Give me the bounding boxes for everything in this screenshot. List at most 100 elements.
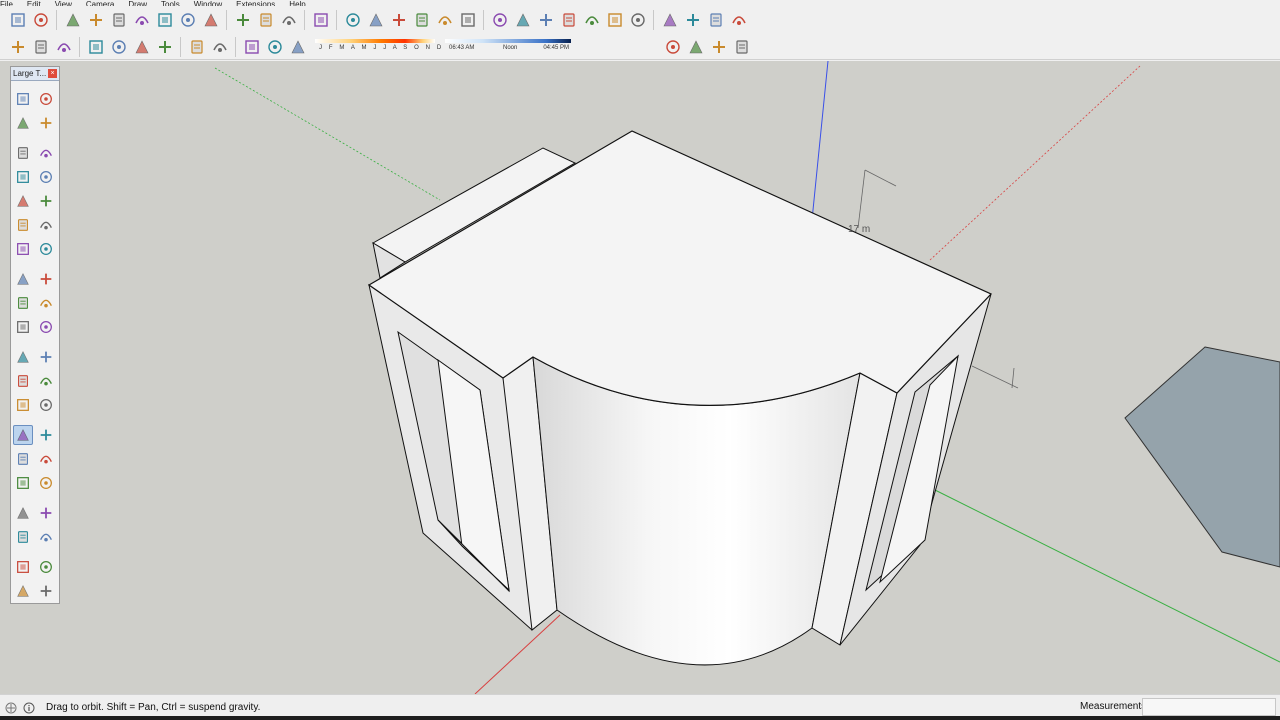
large-tool-set-palette: Large T... ×: [10, 66, 60, 604]
section-plane-icon[interactable]: [310, 9, 332, 31]
toolbar-separator: [226, 10, 227, 30]
position-camera-icon[interactable]: [728, 9, 750, 31]
get-models-icon[interactable]: [7, 9, 29, 31]
select-icon[interactable]: [13, 89, 33, 109]
pie-icon[interactable]: [36, 239, 56, 259]
rotated-rectangle-icon[interactable]: [36, 167, 56, 187]
move-icon[interactable]: [13, 269, 33, 289]
protractor-icon[interactable]: [13, 371, 33, 391]
erase-icon[interactable]: [154, 36, 176, 58]
undo-icon[interactable]: [186, 36, 208, 58]
cut-icon[interactable]: [85, 36, 107, 58]
circle-icon[interactable]: [13, 191, 33, 211]
shadows-toggle-icon[interactable]: [287, 36, 309, 58]
print-icon[interactable]: [241, 36, 263, 58]
time-slider[interactable]: 06:43 AM Noon 04:45 PM: [445, 38, 571, 55]
arc-icon[interactable]: [13, 215, 33, 235]
save-icon[interactable]: [53, 36, 75, 58]
look-around-icon[interactable]: [36, 503, 56, 523]
palette-header: Large T... ×: [11, 67, 59, 81]
toolbar-separator: [336, 10, 337, 30]
two-point-arc-icon[interactable]: [36, 215, 56, 235]
make-component-icon[interactable]: [36, 89, 56, 109]
scale-icon[interactable]: [13, 317, 33, 337]
dimension-icon[interactable]: [36, 347, 56, 367]
top-view-icon[interactable]: [85, 9, 107, 31]
3d-text-icon[interactable]: [36, 395, 56, 415]
zoom-icon[interactable]: [13, 449, 33, 469]
follow-me-icon[interactable]: [36, 293, 56, 313]
zoom-extents-icon[interactable]: [13, 473, 33, 493]
top-toolbar: [0, 6, 1280, 34]
copy-icon[interactable]: [108, 36, 130, 58]
section-plane-icon[interactable]: [36, 527, 56, 547]
position-camera-icon[interactable]: [13, 503, 33, 523]
axes-icon[interactable]: [581, 9, 603, 31]
info-icon[interactable]: [22, 701, 36, 715]
text-icon[interactable]: [36, 371, 56, 391]
orbit-icon[interactable]: [13, 425, 33, 445]
open-icon[interactable]: [30, 36, 52, 58]
walk-icon[interactable]: [682, 9, 704, 31]
pan-icon[interactable]: [36, 425, 56, 445]
geo-location-icon[interactable]: [4, 701, 18, 715]
extension-manager-icon[interactable]: [685, 36, 707, 58]
front-view-icon[interactable]: [108, 9, 130, 31]
model-scene[interactable]: 17 m: [0, 61, 1280, 694]
freehand-icon[interactable]: [36, 143, 56, 163]
model-info-icon[interactable]: [264, 36, 286, 58]
zoom-icon[interactable]: [278, 9, 300, 31]
share-model-icon[interactable]: [30, 9, 52, 31]
month-slider[interactable]: J F M A M J J A S O N D: [315, 38, 441, 55]
offset-icon[interactable]: [535, 9, 557, 31]
extension-warehouse-icon[interactable]: [662, 36, 684, 58]
pan-icon[interactable]: [255, 9, 277, 31]
polygon-icon[interactable]: [36, 191, 56, 211]
offset-icon[interactable]: [36, 317, 56, 337]
components-icon[interactable]: [708, 36, 730, 58]
shaded-icon[interactable]: [411, 9, 433, 31]
back-view-icon[interactable]: [154, 9, 176, 31]
extension-manager-icon[interactable]: [36, 581, 56, 601]
hexagon-face[interactable]: [1124, 346, 1280, 568]
left-view-icon[interactable]: [177, 9, 199, 31]
camera-position-icon[interactable]: [659, 9, 681, 31]
extension-warehouse-icon[interactable]: [36, 557, 56, 577]
monochrome-icon[interactable]: [457, 9, 479, 31]
hidden-line-icon[interactable]: [388, 9, 410, 31]
shaded-texture-icon[interactable]: [434, 9, 456, 31]
three-point-arc-icon[interactable]: [13, 239, 33, 259]
rectangle-icon[interactable]: [13, 167, 33, 187]
arc-icon[interactable]: [627, 9, 649, 31]
push-pull-icon[interactable]: [36, 269, 56, 289]
previous-view-icon[interactable]: [36, 473, 56, 493]
orbit-icon[interactable]: [232, 9, 254, 31]
share-model-icon[interactable]: [13, 581, 33, 601]
add-location-icon[interactable]: [7, 36, 29, 58]
zoom-window-icon[interactable]: [36, 449, 56, 469]
line-icon[interactable]: [13, 143, 33, 163]
palette-close-button[interactable]: ×: [48, 69, 57, 78]
styles-icon[interactable]: [731, 36, 753, 58]
paint-bucket-icon[interactable]: [13, 113, 33, 133]
push-pull-icon[interactable]: [489, 9, 511, 31]
redo-icon[interactable]: [209, 36, 231, 58]
xray-icon[interactable]: [342, 9, 364, 31]
bottom-view-icon[interactable]: [200, 9, 222, 31]
drawing-viewport[interactable]: 17 m: [0, 61, 1280, 694]
eraser-icon[interactable]: [36, 113, 56, 133]
right-view-icon[interactable]: [131, 9, 153, 31]
iso-view-icon[interactable]: [62, 9, 84, 31]
measurements-input[interactable]: [1142, 698, 1276, 716]
walk-icon[interactable]: [13, 527, 33, 547]
axes-icon[interactable]: [13, 395, 33, 415]
paste-icon[interactable]: [131, 36, 153, 58]
follow-me-icon[interactable]: [512, 9, 534, 31]
3d-warehouse-icon[interactable]: [13, 557, 33, 577]
tape-measure-icon[interactable]: [13, 347, 33, 367]
circle-icon[interactable]: [604, 9, 626, 31]
look-around-icon[interactable]: [705, 9, 727, 31]
wireframe-icon[interactable]: [365, 9, 387, 31]
rotate-icon[interactable]: [13, 293, 33, 313]
protractor-icon[interactable]: [558, 9, 580, 31]
